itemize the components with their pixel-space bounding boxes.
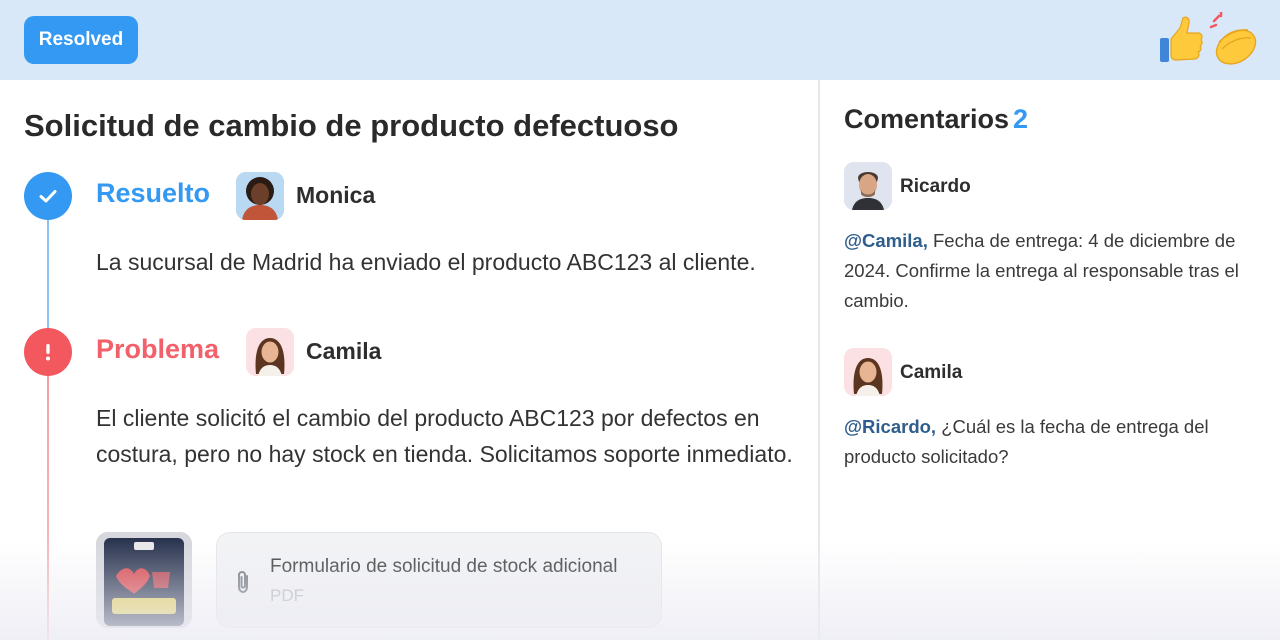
paperclip-icon — [238, 570, 248, 594]
comment-author-ricardo: Ricardo — [900, 176, 971, 197]
resolved-status-icon — [24, 172, 72, 220]
event-user-camila: Camila — [306, 338, 382, 364]
avatar-camila-comment[interactable] — [844, 348, 892, 396]
person-ricardo-icon — [844, 162, 892, 210]
avatar-camila[interactable] — [246, 328, 294, 376]
header-bar: Resolved — [0, 0, 1280, 80]
comments-title: Comentarios — [844, 104, 1010, 134]
attachment-file-card[interactable]: Formulario de solicitud de stock adicion… — [216, 532, 662, 628]
problem-status-icon — [24, 328, 72, 376]
comments-count: 2 — [1013, 104, 1029, 134]
panel-divider — [818, 80, 820, 640]
clapping-hands-icon[interactable] — [1208, 12, 1258, 68]
timeline-line-problem — [47, 376, 49, 640]
timeline-line-resolved — [47, 220, 49, 330]
reactions — [1156, 12, 1258, 68]
exclamation-icon — [46, 344, 50, 361]
mention-camila[interactable]: @Camila, — [844, 230, 928, 251]
comment-author-camila: Camila — [900, 362, 963, 383]
comments-heading: Comentarios 2 — [844, 104, 1028, 135]
attachment-type: PDF — [270, 586, 304, 605]
event-user-monica: Monica — [296, 182, 376, 208]
tshirt-image — [96, 532, 192, 628]
status-badge[interactable]: Resolved — [24, 16, 138, 64]
person-monica-icon — [236, 172, 284, 220]
avatar-monica[interactable] — [236, 172, 284, 220]
person-camila-icon — [246, 328, 294, 376]
person-camila-comment-icon — [844, 348, 892, 396]
comment-text-camila: @Ricardo, ¿Cuál es la fecha de entrega d… — [844, 412, 1254, 472]
mention-ricardo[interactable]: @Ricardo, — [844, 416, 936, 437]
check-icon — [39, 190, 57, 203]
ticket-title: Solicitud de cambio de producto defectuo… — [24, 108, 679, 143]
thumbs-up-icon[interactable] — [1156, 12, 1206, 68]
attachment-name: Formulario de solicitud de stock adicion… — [270, 556, 618, 577]
event-status-resolved: Resuelto — [96, 178, 211, 208]
avatar-ricardo[interactable] — [844, 162, 892, 210]
event-text-problem: El cliente solicitó el cambio del produc… — [96, 405, 793, 467]
comment-text-ricardo: @Camila, Fecha de entrega: 4 de diciembr… — [844, 226, 1254, 316]
event-text-resolved: La sucursal de Madrid ha enviado el prod… — [96, 249, 756, 275]
event-status-problem: Problema — [96, 334, 220, 364]
product-image-thumbnail[interactable] — [96, 532, 192, 628]
